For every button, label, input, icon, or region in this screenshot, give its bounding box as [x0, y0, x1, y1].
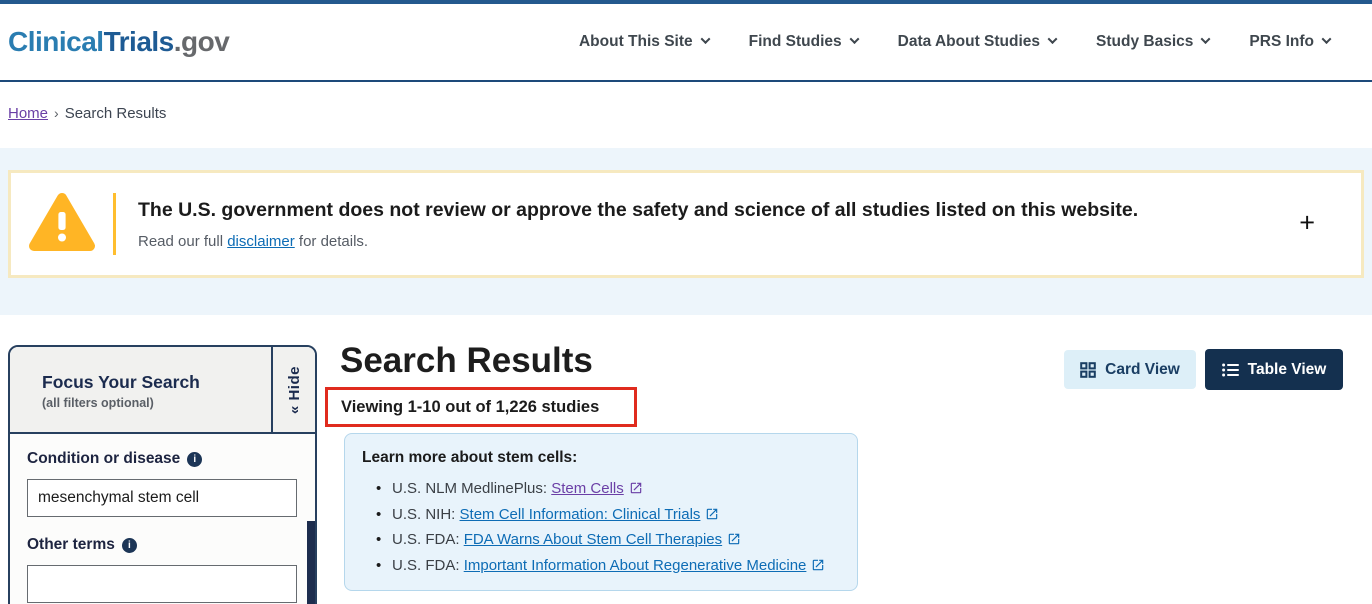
table-view-icon: [1222, 363, 1239, 377]
breadcrumb-current: Search Results: [65, 105, 167, 122]
hide-filters-button[interactable]: « Hide: [271, 347, 315, 434]
other-terms-filter-group: Other terms i: [27, 536, 315, 603]
chevron-down-icon: [700, 34, 710, 44]
chevron-down-icon: [849, 34, 859, 44]
learn-more-list: U.S. NLM MedlinePlus: Stem Cells U.S. NI…: [362, 476, 857, 578]
card-view-button[interactable]: Card View: [1064, 350, 1196, 389]
table-view-label: Table View: [1248, 361, 1327, 379]
government-disclaimer-alert: The U.S. government does not review or a…: [8, 170, 1364, 278]
breadcrumb: Home › Search Results: [0, 82, 1372, 148]
logo-text-primary: Clinical: [8, 26, 104, 57]
learn-more-title: Learn more about stem cells:: [362, 449, 857, 467]
external-link-icon: [629, 481, 643, 495]
nav-label: PRS Info: [1249, 33, 1314, 51]
chevron-down-icon: [1048, 34, 1058, 44]
site-logo[interactable]: ClinicalTrials.gov: [8, 26, 229, 58]
stem-cells-link[interactable]: Stem Cells: [551, 480, 624, 497]
list-item: U.S. FDA: Important Information About Re…: [362, 553, 857, 579]
disclaimer-link[interactable]: disclaimer: [227, 233, 295, 250]
link-prefix: U.S. FDA:: [392, 557, 464, 574]
filter-label-text: Other terms: [27, 536, 115, 554]
alert-subtext-prefix: Read our full: [138, 233, 227, 250]
filter-label-text: Condition or disease: [27, 450, 180, 468]
breadcrumb-home-link[interactable]: Home: [8, 105, 48, 122]
expand-alert-button[interactable]: +: [1299, 209, 1315, 236]
focus-your-search-panel: Focus Your Search (all filters optional)…: [8, 345, 317, 604]
nav-item-study-basics[interactable]: Study Basics: [1096, 33, 1209, 51]
main-nav: About This Site Find Studies Data About …: [579, 33, 1330, 51]
hide-filters-label: « Hide: [286, 366, 303, 414]
card-view-icon: [1080, 362, 1096, 378]
filter-panel-scrollbar[interactable]: [307, 521, 315, 604]
nav-item-find-studies[interactable]: Find Studies: [749, 33, 858, 51]
filter-panel-titles: Focus Your Search (all filters optional): [10, 347, 315, 410]
chevron-down-icon: [1201, 34, 1211, 44]
filter-panel-header: Focus Your Search (all filters optional)…: [10, 347, 315, 434]
viewing-summary: Viewing 1-10 out of 1,226 studies: [341, 398, 599, 417]
double-chevron-left-icon: «: [286, 406, 303, 415]
table-view-button[interactable]: Table View: [1205, 349, 1343, 390]
condition-filter-label: Condition or disease i: [27, 450, 315, 468]
logo-text-suffix: .gov: [174, 26, 230, 57]
filter-panel-body: Condition or disease i Other terms i: [10, 434, 315, 604]
nav-label: Find Studies: [749, 33, 842, 51]
stem-cell-information-link[interactable]: Stem Cell Information: Clinical Trials: [460, 506, 701, 523]
warning-triangle-icon: [27, 191, 97, 258]
alert-subtext-suffix: for details.: [295, 233, 368, 250]
nav-item-prs-info[interactable]: PRS Info: [1249, 33, 1330, 51]
external-link-icon: [705, 507, 719, 521]
alert-text: The U.S. government does not review or a…: [116, 173, 1138, 275]
list-item: U.S. NIH: Stem Cell Information: Clinica…: [362, 502, 857, 528]
other-terms-filter-label: Other terms i: [27, 536, 315, 554]
nav-label: Data About Studies: [898, 33, 1040, 51]
link-prefix: U.S. FDA:: [392, 531, 464, 548]
list-item: U.S. NLM MedlinePlus: Stem Cells: [362, 476, 857, 502]
alert-icon-zone: [11, 173, 113, 275]
learn-more-box: Learn more about stem cells: U.S. NLM Me…: [344, 433, 858, 591]
regenerative-medicine-link[interactable]: Important Information About Regenerative…: [464, 557, 807, 574]
list-item: U.S. FDA: FDA Warns About Stem Cell Ther…: [362, 527, 857, 553]
alert-band: The U.S. government does not review or a…: [0, 148, 1372, 315]
nav-label: About This Site: [579, 33, 693, 51]
site-header: ClinicalTrials.gov About This Site Find …: [0, 4, 1372, 82]
page-title: Search Results: [340, 341, 593, 381]
scrollbar-thumb[interactable]: [307, 521, 315, 604]
link-prefix: U.S. NIH:: [392, 506, 460, 523]
condition-filter-group: Condition or disease i: [27, 450, 315, 517]
external-link-icon: [727, 532, 741, 546]
info-icon[interactable]: i: [122, 538, 137, 553]
alert-title: The U.S. government does not review or a…: [138, 199, 1138, 222]
annotation-box: Viewing 1-10 out of 1,226 studies: [325, 387, 637, 427]
alert-subtext: Read our full disclaimer for details.: [138, 233, 1138, 250]
logo-text-secondary: Trials: [104, 26, 174, 57]
page: ClinicalTrials.gov About This Site Find …: [0, 0, 1372, 604]
other-terms-input[interactable]: [27, 565, 297, 603]
main-content: Focus Your Search (all filters optional)…: [0, 315, 1372, 604]
info-icon[interactable]: i: [187, 452, 202, 467]
fda-warns-link[interactable]: FDA Warns About Stem Cell Therapies: [464, 531, 722, 548]
external-link-icon: [811, 558, 825, 572]
nav-item-about-this-site[interactable]: About This Site: [579, 33, 709, 51]
chevron-down-icon: [1322, 34, 1332, 44]
hide-label-text: Hide: [286, 366, 303, 405]
card-view-label: Card View: [1105, 361, 1180, 379]
condition-or-disease-input[interactable]: [27, 479, 297, 517]
link-prefix: U.S. NLM MedlinePlus:: [392, 480, 551, 497]
nav-item-data-about-studies[interactable]: Data About Studies: [898, 33, 1056, 51]
nav-label: Study Basics: [1096, 33, 1193, 51]
breadcrumb-separator: ›: [54, 105, 59, 121]
